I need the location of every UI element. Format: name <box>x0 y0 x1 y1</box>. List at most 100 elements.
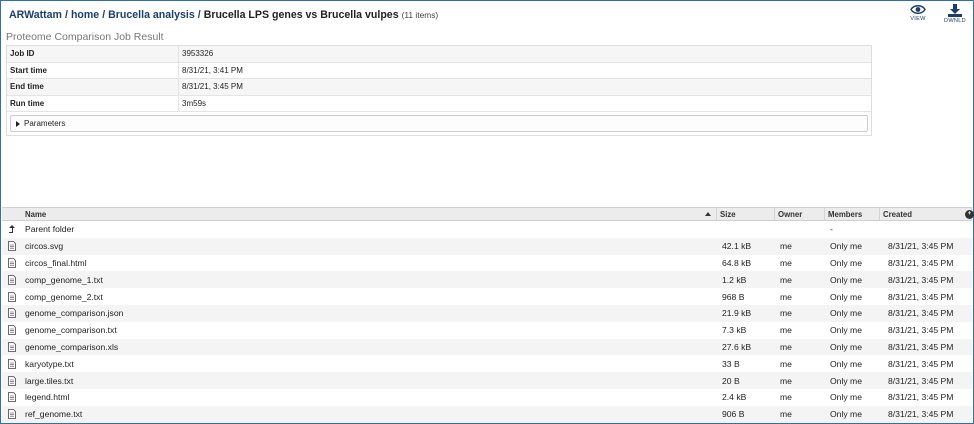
file-members: Only me <box>830 392 862 403</box>
file-members: Only me <box>830 409 862 420</box>
file-owner: me <box>780 375 792 386</box>
file-created: 8/31/21, 3:45 PM <box>888 291 954 302</box>
breadcrumb-current: Brucella LPS genes vs Brucella vulpes <box>203 9 399 21</box>
file-created: 8/31/21, 3:45 PM <box>888 341 954 352</box>
file-name: karyotype.txt <box>25 358 74 369</box>
breadcrumb-separator: / <box>102 9 106 21</box>
table-row[interactable]: genome_comparison.txt 7.3 kB me Only me … <box>2 322 972 339</box>
view-label: VIEW <box>910 16 926 22</box>
job-info-row: End time 8/31/21, 3:45 PM <box>7 79 871 96</box>
file-created: 8/31/21, 3:45 PM <box>888 358 954 369</box>
breadcrumb-separator: / <box>197 9 201 21</box>
column-header-members[interactable]: Members <box>825 208 880 220</box>
breadcrumb-folder-link[interactable]: Brucella analysis <box>108 9 195 21</box>
eye-icon <box>910 5 926 14</box>
file-name: legend.html <box>25 392 70 403</box>
table-row[interactable]: circos_final.html 64.8 kB me Only me 8/3… <box>2 255 972 272</box>
file-name: comp_genome_1.txt <box>25 274 103 285</box>
file-name: circos.svg <box>25 241 64 252</box>
file-size: 33 B <box>722 358 740 369</box>
table-row[interactable]: circos.svg 42.1 kB me Only me 8/31/21, 3… <box>2 237 972 255</box>
column-header-owner[interactable]: Owner <box>775 208 825 220</box>
download-icon <box>948 4 962 17</box>
file-owner: me <box>780 341 792 352</box>
file-created: 8/31/21, 3:45 PM <box>888 325 954 336</box>
file-created: 8/31/21, 3:45 PM <box>888 257 954 268</box>
file-members: Only me <box>830 257 862 268</box>
job-info-key: Run time <box>7 95 179 111</box>
file-grid: Name Size Owner Members Created + Parent… <box>2 207 974 423</box>
file-name: genome_comparison.xls <box>25 341 119 352</box>
file-size: 7.3 kB <box>722 325 747 336</box>
parent-folder-row[interactable]: Parent folder - <box>2 221 972 238</box>
job-info-value: 3m59s <box>182 98 207 108</box>
job-info-row: Job ID 3953326 <box>7 46 871 63</box>
file-name: ref_genome.txt <box>25 409 83 420</box>
file-icon <box>2 409 22 420</box>
file-owner: me <box>780 392 792 403</box>
table-row[interactable]: genome_comparison.json 21.9 kB me Only m… <box>2 304 972 322</box>
file-size: 27.6 kB <box>722 341 752 352</box>
file-owner: me <box>780 291 792 302</box>
parameters-label: Parameters <box>24 119 66 128</box>
file-size: 1.2 kB <box>722 274 747 285</box>
file-members: Only me <box>830 291 862 302</box>
column-header-name[interactable]: Name <box>22 208 717 220</box>
file-icon <box>2 241 22 252</box>
file-members: Only me <box>830 274 862 285</box>
file-name: Parent folder <box>25 224 75 235</box>
table-row[interactable]: ref_genome.txt 906 B me Only me 8/31/21,… <box>2 405 972 423</box>
file-size: 2.4 kB <box>722 392 747 403</box>
file-owner: me <box>780 241 792 252</box>
file-owner: me <box>780 409 792 420</box>
table-row[interactable]: large.tiles.txt 20 B me Only me 8/31/21,… <box>2 372 972 389</box>
file-name: circos_final.html <box>25 257 87 268</box>
file-owner: me <box>780 325 792 336</box>
table-row[interactable]: comp_genome_2.txt 968 B me Only me 8/31/… <box>2 288 972 305</box>
table-row[interactable]: comp_genome_1.txt 1.2 kB me Only me 8/31… <box>2 271 972 289</box>
job-info-row: Start time 8/31/21, 3:41 PM <box>7 62 871 79</box>
file-created: 8/31/21, 3:45 PM <box>888 392 954 403</box>
breadcrumb-home-link[interactable]: home <box>71 9 99 21</box>
file-created: 8/31/21, 3:45 PM <box>888 409 954 420</box>
job-info-table: Job ID 3953326 Start time 8/31/21, 3:41 … <box>6 45 872 136</box>
download-button[interactable]: DWNLD <box>940 4 970 24</box>
file-owner: me <box>780 308 792 319</box>
parameters-toggle[interactable]: Parameters <box>10 115 868 132</box>
file-icon <box>2 358 22 369</box>
file-members: Only me <box>830 341 862 352</box>
breadcrumb: ARWattam / home / Brucella analysis / Brucella… <box>9 9 438 21</box>
file-icon <box>2 392 22 403</box>
file-icon <box>2 325 22 336</box>
breadcrumb-separator: / <box>64 9 68 21</box>
file-size: 20 B <box>722 375 740 386</box>
job-info-key: Job ID <box>7 46 179 62</box>
file-members: Only me <box>830 375 862 386</box>
file-owner: me <box>780 274 792 285</box>
breadcrumb-user-link[interactable]: ARWattam <box>9 9 62 21</box>
file-size: 64.8 kB <box>722 257 752 268</box>
sort-ascending-icon[interactable] <box>705 212 711 216</box>
job-info-row: Run time 3m59s <box>7 95 871 112</box>
table-row[interactable]: legend.html 2.4 kB me Only me 8/31/21, 3… <box>2 389 972 406</box>
table-row[interactable]: karyotype.txt 33 B me Only me 8/31/21, 3… <box>2 355 972 372</box>
file-created: 8/31/21, 3:45 PM <box>888 308 954 319</box>
up-arrow-icon <box>2 224 22 234</box>
grid-header: Name Size Owner Members Created + <box>2 207 974 221</box>
job-info-value: 3953326 <box>182 49 214 59</box>
file-icon <box>2 274 22 285</box>
file-size: 42.1 kB <box>722 241 752 252</box>
file-owner: me <box>780 257 792 268</box>
file-created: 8/31/21, 3:45 PM <box>888 274 954 285</box>
table-row[interactable]: genome_comparison.xls 27.6 kB me Only me… <box>2 338 972 356</box>
job-info-value: 8/31/21, 3:45 PM <box>182 82 243 92</box>
file-size: 21.9 kB <box>722 308 752 319</box>
column-header-created[interactable]: Created <box>880 208 972 220</box>
job-info-key: End time <box>7 79 179 95</box>
file-members: - <box>830 224 833 235</box>
file-members: Only me <box>830 325 862 336</box>
file-size: 968 B <box>722 291 745 302</box>
column-header-size[interactable]: Size <box>717 208 775 220</box>
column-chooser-icon[interactable]: + <box>965 210 974 219</box>
view-button[interactable]: VIEW <box>903 4 933 22</box>
